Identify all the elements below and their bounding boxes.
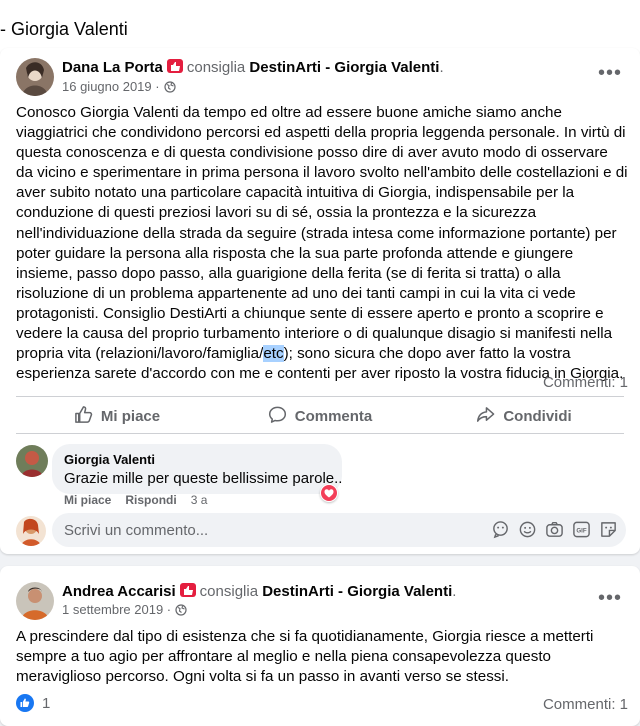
divider	[16, 396, 624, 397]
commenter-avatar[interactable]	[16, 445, 48, 477]
share-button[interactable]: Condividi	[422, 398, 626, 434]
comment-button[interactable]: Commenta	[218, 398, 422, 434]
current-user-avatar[interactable]	[16, 516, 46, 546]
comment-age[interactable]: 3 a	[191, 493, 208, 507]
svg-text:GIF: GIF	[576, 527, 586, 534]
share-icon	[476, 405, 495, 428]
author-name[interactable]: Dana La Porta	[62, 59, 163, 76]
comment-tools: GIF	[491, 520, 618, 539]
page-link[interactable]: DestinArti - Giorgia Valenti	[262, 583, 452, 600]
recommendation-post: Dana La Porta consiglia DestinArti - Gior…	[0, 48, 640, 554]
write-comment-input[interactable]: Scrivi un commento... GIF	[52, 513, 626, 547]
page-title: - Giorgia Valenti	[0, 19, 128, 39]
sticker-icon[interactable]	[599, 520, 618, 539]
comment-bubble: Giorgia Valenti Grazie mille per queste …	[52, 444, 342, 494]
like-button[interactable]: Mi piace	[16, 398, 218, 434]
emoji-icon[interactable]	[518, 520, 537, 539]
post-date[interactable]: 1 settembre 2019 ·	[62, 602, 171, 617]
selected-text: etc	[263, 345, 284, 363]
write-comment-placeholder: Scrivi un commento...	[64, 522, 209, 539]
globe-icon	[175, 604, 187, 619]
recommends-verb: consiglia	[186, 59, 246, 76]
comment-text: Grazie mille per queste bellissime parol…	[64, 470, 343, 487]
post-date-line: 1 settembre 2019 ·	[62, 602, 187, 619]
reactions-summary[interactable]: 1	[16, 694, 50, 712]
like-count-icon	[16, 694, 34, 712]
comments-count-link[interactable]: Commenti: 1	[543, 374, 628, 391]
comments-count-link[interactable]: Commenti: 1	[543, 696, 628, 713]
author-avatar[interactable]	[16, 582, 54, 620]
comment-like-link[interactable]: Mi piace	[64, 493, 111, 507]
gif-icon[interactable]: GIF	[572, 520, 591, 539]
recommend-badge-icon	[179, 583, 196, 597]
author-name[interactable]: Andrea Accarisi	[62, 583, 176, 600]
more-options-icon[interactable]: •••	[592, 588, 628, 615]
recommend-badge-icon	[166, 59, 183, 73]
comment-reply-link[interactable]: Rispondi	[125, 493, 176, 507]
comment-icon	[268, 405, 287, 428]
post-text: A prescindere dal tipo di esistenza che …	[16, 628, 594, 686]
likes-count: 1	[42, 694, 51, 712]
page-link[interactable]: DestinArti - Giorgia Valenti	[249, 59, 439, 76]
avatar-sticker-icon[interactable]	[491, 520, 510, 539]
recommends-verb: consiglia	[199, 583, 259, 600]
camera-icon[interactable]	[545, 520, 564, 539]
post-header-line: Andrea Accarisi consiglia DestinArti - Gi…	[62, 583, 457, 600]
post-header-line: Dana La Porta consiglia DestinArti - Gior…	[62, 59, 444, 76]
comment-author[interactable]: Giorgia Valenti	[64, 452, 155, 467]
globe-icon	[163, 81, 176, 96]
post-date-line: 16 giugno 2019 ·	[62, 79, 176, 96]
author-avatar[interactable]	[16, 58, 54, 96]
thumbs-up-icon	[74, 405, 93, 428]
more-options-icon[interactable]: •••	[592, 63, 628, 90]
divider	[16, 433, 624, 434]
comment-actions: Mi piace Rispondi 3 a	[64, 493, 207, 507]
post-date[interactable]: 16 giugno 2019 ·	[62, 79, 160, 94]
recommendation-post: Andrea Accarisi consiglia DestinArti - Gi…	[0, 566, 640, 726]
post-text: Conosco Giorgia Valenti da tempo ed oltr…	[16, 104, 628, 383]
heart-reaction-icon[interactable]	[320, 484, 338, 502]
